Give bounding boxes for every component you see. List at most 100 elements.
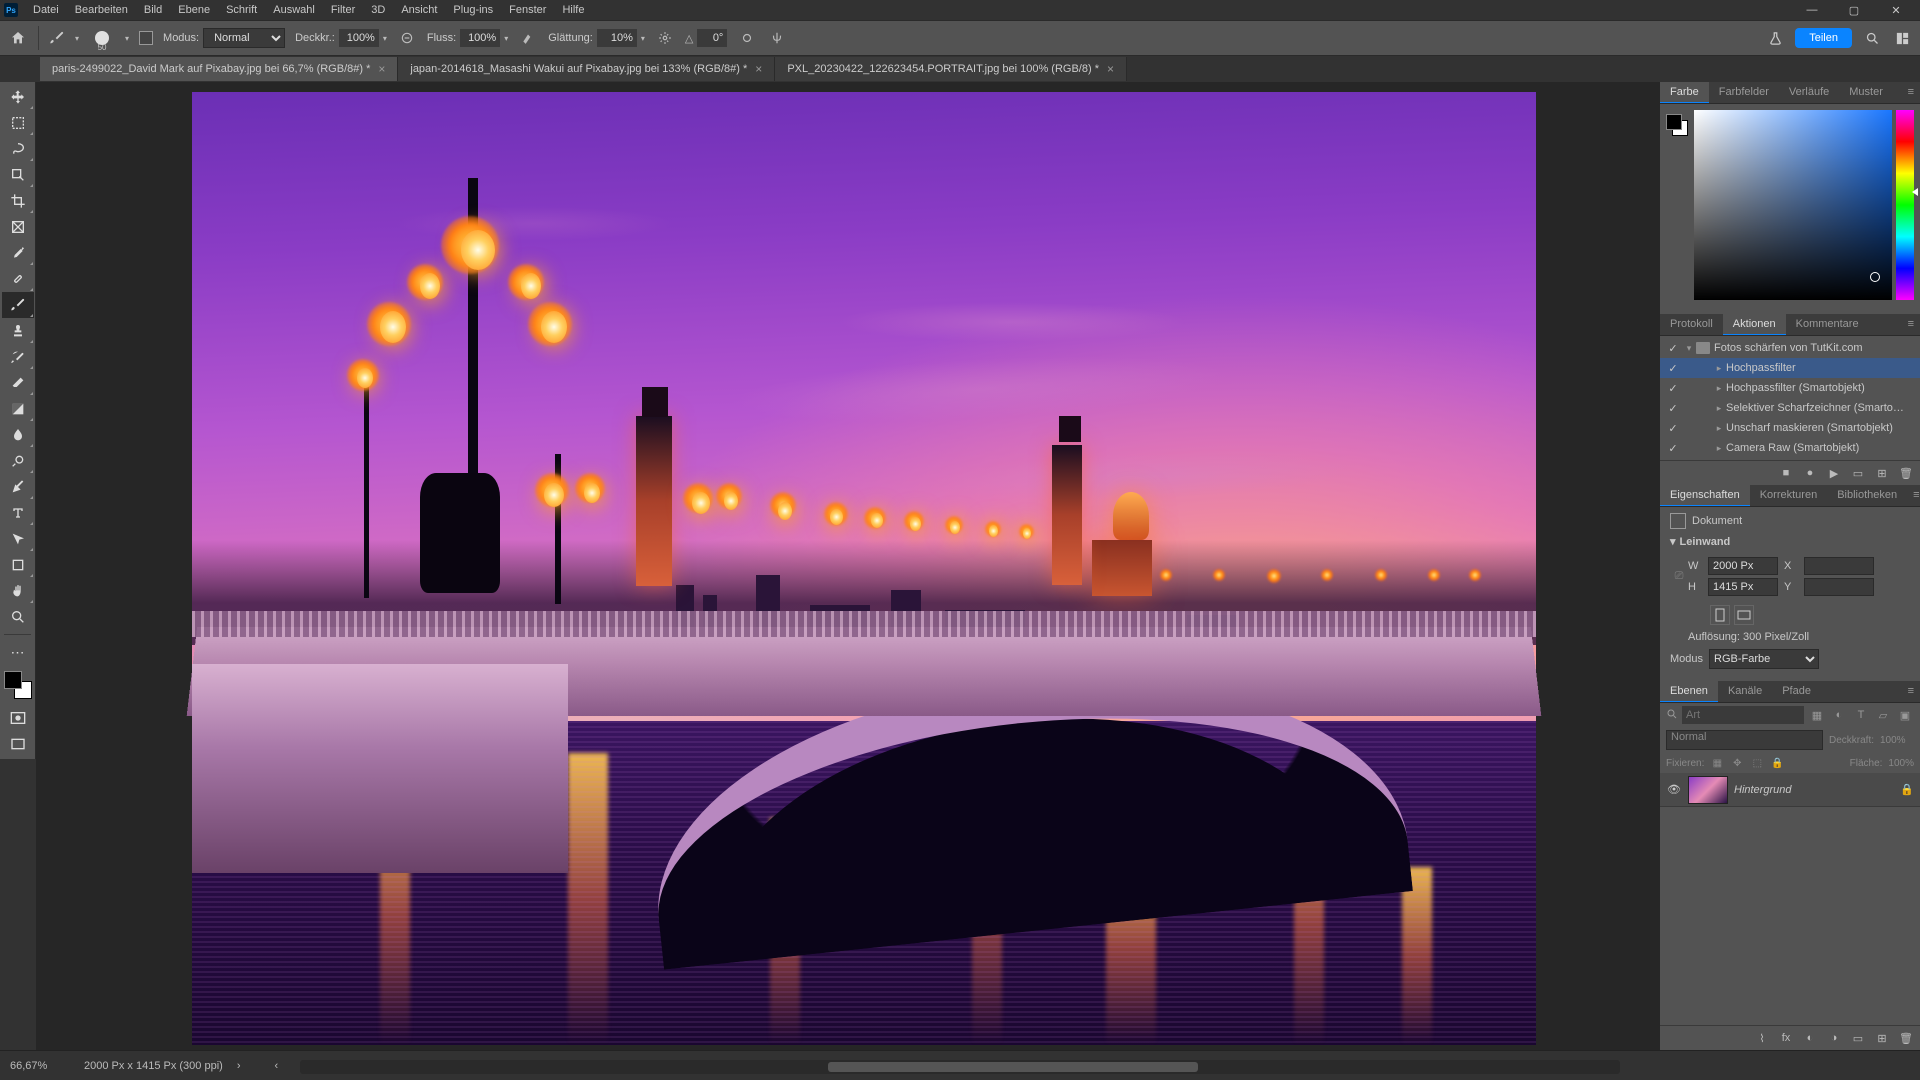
portrait-icon[interactable] (1710, 605, 1730, 625)
document-canvas[interactable] (192, 92, 1536, 1045)
close-tab-icon[interactable]: × (1107, 62, 1114, 76)
menu-fenster[interactable]: Fenster (502, 2, 553, 18)
pen-tool[interactable] (2, 474, 34, 500)
canvas-section[interactable]: ▾Leinwand (1670, 535, 1910, 548)
beaker-icon[interactable] (1765, 28, 1785, 48)
panel-menu-icon[interactable]: ≡ (1902, 681, 1920, 702)
action-set[interactable]: ✓▾Fotos schärfen von TutKit.com (1660, 338, 1920, 358)
menu-filter[interactable]: Filter (324, 2, 362, 18)
saturation-brightness-picker[interactable] (1694, 110, 1892, 300)
menu-ebene[interactable]: Ebene (171, 2, 217, 18)
close-tab-icon[interactable]: × (755, 62, 762, 76)
panel-tab-kommentare[interactable]: Kommentare (1786, 314, 1869, 335)
landscape-icon[interactable] (1734, 605, 1754, 625)
pressure-size-icon[interactable] (737, 28, 757, 48)
menu-auswahl[interactable]: Auswahl (266, 2, 322, 18)
layer-item[interactable]: 👁Hintergrund🔒 (1660, 773, 1920, 807)
selection-tool[interactable] (2, 162, 34, 188)
dodge-tool[interactable] (2, 448, 34, 474)
action-item[interactable]: ✓▸Camera Raw (Smartobjekt) (1660, 438, 1920, 458)
new-layer-icon[interactable]: ⊞ (1874, 1030, 1890, 1046)
layer-thumbnail[interactable] (1688, 776, 1728, 804)
history-brush-tool[interactable] (2, 344, 34, 370)
horizontal-scrollbar[interactable] (300, 1060, 1620, 1074)
edit-toolbar[interactable]: ⋯ (2, 639, 34, 665)
close-button[interactable]: ✕ (1876, 0, 1916, 20)
panel-menu-icon[interactable]: ≡ (1902, 314, 1920, 335)
crop-tool[interactable] (2, 188, 34, 214)
filter-pixel-icon[interactable]: ▦ (1808, 706, 1826, 724)
fx-icon[interactable]: fx (1778, 1030, 1794, 1046)
shape-tool[interactable] (2, 552, 34, 578)
record-icon[interactable]: ● (1802, 465, 1818, 481)
color-mode-select[interactable]: RGB-Farbe (1709, 649, 1819, 669)
hand-tool[interactable] (2, 578, 34, 604)
menu-bild[interactable]: Bild (137, 2, 169, 18)
hue-slider[interactable] (1896, 110, 1914, 300)
status-chevron-icon[interactable]: › (237, 1060, 241, 1072)
menu-plug-ins[interactable]: Plug-ins (446, 2, 500, 18)
delete-icon[interactable]: 🗑 (1898, 465, 1914, 481)
airbrush-icon[interactable] (518, 28, 538, 48)
play-icon[interactable]: ▶ (1826, 465, 1842, 481)
smoothing-input[interactable] (597, 29, 637, 47)
menu-3d[interactable]: 3D (364, 2, 392, 18)
link-layers-icon[interactable]: ⌇ (1754, 1030, 1770, 1046)
panel-tab-pfade[interactable]: Pfade (1772, 681, 1821, 702)
lasso-tool[interactable] (2, 136, 34, 162)
document-tab[interactable]: PXL_20230422_122623454.PORTRAIT.jpg bei … (775, 57, 1127, 81)
filter-adjust-icon[interactable]: ◐ (1830, 706, 1848, 724)
share-button[interactable]: Teilen (1795, 28, 1852, 48)
visibility-icon[interactable]: 👁 (1666, 783, 1682, 796)
panel-tab-farbe[interactable]: Farbe (1660, 82, 1709, 103)
panel-tab-protokoll[interactable]: Protokoll (1660, 314, 1723, 335)
quick-mask-icon[interactable] (2, 707, 34, 729)
home-icon[interactable] (8, 28, 28, 48)
action-item[interactable]: ✓▸Selektiver Scharfzeichner (Smarto… (1660, 398, 1920, 418)
marquee-tool[interactable] (2, 110, 34, 136)
delete-layer-icon[interactable]: 🗑 (1898, 1030, 1914, 1046)
smoothing-dropdown[interactable]: ▾ (641, 34, 645, 43)
action-item[interactable]: ✓▸Hochpassfilter (Smartobjekt) (1660, 378, 1920, 398)
type-tool[interactable] (2, 500, 34, 526)
blur-tool[interactable] (2, 422, 34, 448)
menu-bearbeiten[interactable]: Bearbeiten (68, 2, 135, 18)
canvas-area[interactable] (36, 82, 1660, 1050)
maximize-button[interactable]: ▢ (1834, 0, 1874, 20)
panel-menu-icon[interactable]: ≡ (1907, 485, 1920, 506)
brush-preset-dropdown[interactable]: ▾ (125, 34, 129, 43)
lock-all-icon[interactable]: 🔒 (1770, 756, 1784, 770)
flow-input[interactable] (460, 29, 500, 47)
link-dimensions-icon[interactable]: ⎚ (1670, 570, 1688, 583)
filter-type-icon[interactable]: T (1852, 706, 1870, 724)
width-input[interactable] (1708, 557, 1778, 575)
panel-tab-bibliotheken[interactable]: Bibliotheken (1827, 485, 1907, 506)
group-icon[interactable]: ▭ (1850, 1030, 1866, 1046)
menu-schrift[interactable]: Schrift (219, 2, 264, 18)
status-prev-icon[interactable]: ‹ (274, 1060, 278, 1072)
minimize-button[interactable]: — (1792, 0, 1832, 20)
panel-tab-eigenschaften[interactable]: Eigenschaften (1660, 485, 1750, 506)
lock-position-icon[interactable]: ✥ (1730, 756, 1744, 770)
panel-tab-aktionen[interactable]: Aktionen (1723, 314, 1786, 335)
new-action-icon[interactable]: ⊞ (1874, 465, 1890, 481)
menu-datei[interactable]: Datei (26, 2, 66, 18)
blend-mode-select[interactable]: Normal (203, 28, 285, 48)
menu-hilfe[interactable]: Hilfe (555, 2, 591, 18)
panel-tab-muster[interactable]: Muster (1839, 82, 1893, 103)
symmetry-icon[interactable] (767, 28, 787, 48)
flow-dropdown[interactable]: ▾ (504, 34, 508, 43)
smoothing-options-icon[interactable] (655, 28, 675, 48)
brush-panel-toggle-icon[interactable] (139, 31, 153, 45)
brush-preview[interactable]: 50 (89, 25, 115, 51)
new-folder-icon[interactable]: ▭ (1850, 465, 1866, 481)
eyedropper-tool[interactable] (2, 240, 34, 266)
panel-fgbg-swatch[interactable] (1666, 110, 1690, 308)
lock-artboard-icon[interactable]: ⬚ (1750, 756, 1764, 770)
opacity-dropdown[interactable]: ▾ (383, 34, 387, 43)
panel-menu-icon[interactable]: ≡ (1902, 82, 1920, 103)
opacity-input[interactable] (339, 29, 379, 47)
close-tab-icon[interactable]: × (378, 62, 385, 76)
eraser-tool[interactable] (2, 370, 34, 396)
tool-preset-dropdown[interactable]: ▾ (75, 34, 79, 43)
